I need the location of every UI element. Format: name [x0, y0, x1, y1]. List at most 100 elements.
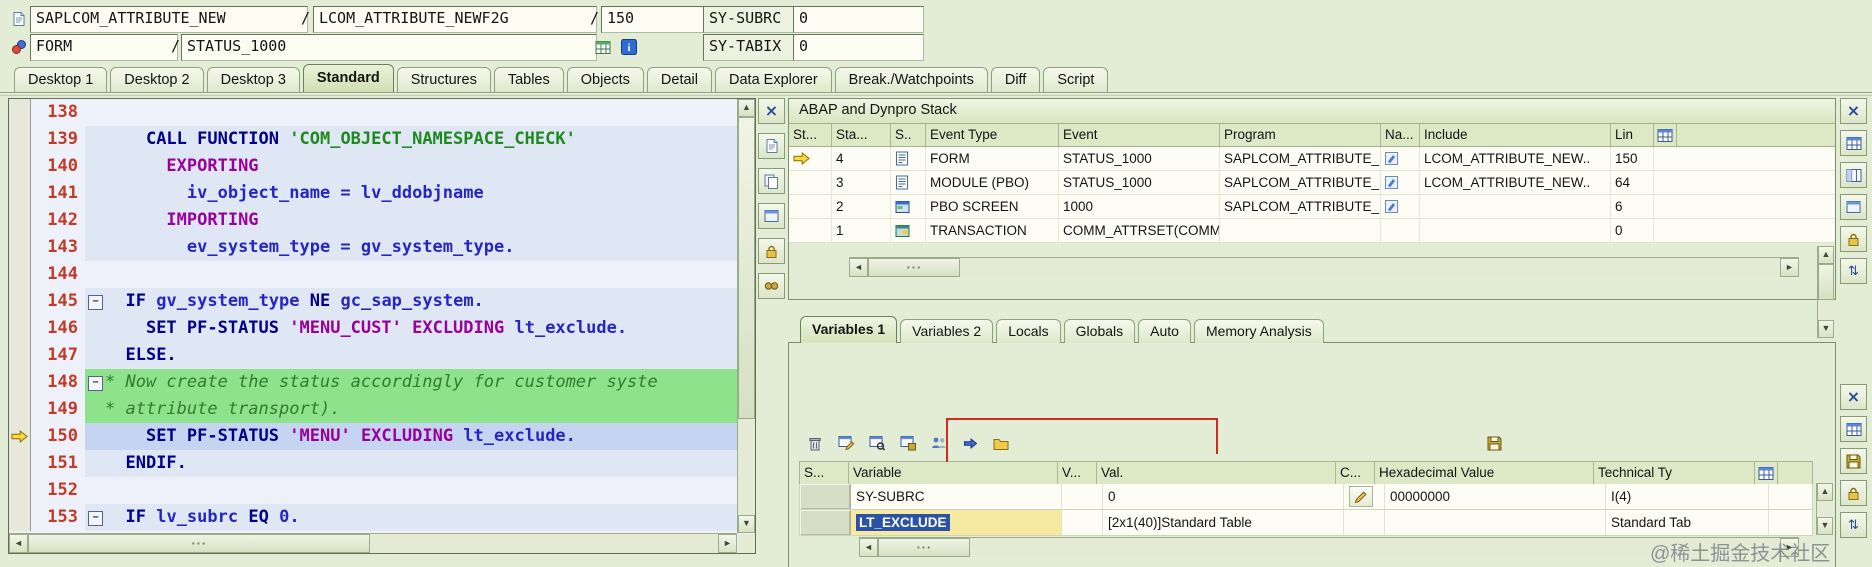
code-line[interactable]: 143 ev_system_type = gv_system_type. — [9, 234, 738, 261]
variable-row[interactable]: SY-SUBRC 0 00000000 I(4) — [799, 484, 1813, 510]
tab-auto[interactable]: Auto — [1138, 319, 1191, 343]
scroll-track[interactable] — [370, 534, 718, 553]
code-line[interactable]: 153− IF lv_subrc EQ 0. — [9, 504, 738, 531]
save-layout-icon[interactable] — [1482, 432, 1506, 454]
vars-col-hexadecimal-value[interactable]: Hexadecimal Value — [1375, 462, 1594, 484]
event-type-field[interactable]: FORM — [30, 34, 178, 61]
stack-col-lin[interactable]: Lin — [1611, 124, 1654, 146]
table-settings-icon[interactable] — [1654, 124, 1677, 146]
tab-desktop-1[interactable]: Desktop 1 — [14, 67, 108, 93]
code-line[interactable]: 142 IMPORTING — [9, 207, 738, 234]
save-layout-icon[interactable] — [1840, 448, 1867, 474]
table-settings-icon[interactable] — [1840, 416, 1867, 442]
scroll-track[interactable] — [738, 419, 755, 515]
code-line[interactable]: 152 — [9, 477, 738, 504]
stack-col-event-type[interactable]: Event Type — [926, 124, 1059, 146]
code-line[interactable]: 149 * attribute transport). — [9, 396, 738, 423]
stack-row[interactable]: 3 MODULE (PBO) STATUS_1000 SAPLCOM_ATTRIBUT… — [789, 171, 1835, 195]
tab-objects[interactable]: Objects — [566, 67, 644, 93]
detail-view-icon[interactable] — [1840, 194, 1867, 220]
tab-variables-1[interactable]: Variables 1 — [800, 316, 898, 343]
fold-toggle-icon[interactable]: − — [88, 295, 103, 310]
nav-icon[interactable] — [1385, 152, 1398, 165]
tab-standard[interactable]: Standard — [302, 64, 394, 93]
scroll-track[interactable] — [960, 258, 1780, 277]
copy-page-icon[interactable] — [758, 168, 785, 194]
stack-col-include[interactable]: Include — [1420, 124, 1611, 146]
line-field[interactable]: 150 — [601, 6, 710, 33]
edit-value-button[interactable] — [1349, 486, 1373, 507]
tab-memory-analysis[interactable]: Memory Analysis — [1193, 319, 1324, 343]
stack-row[interactable]: 4 FORM STATUS_1000 SAPLCOM_ATTRIBUTE_.. LCOM… — [789, 147, 1835, 171]
include-field[interactable]: LCOM_ATTRIBUTE_NEWF2G — [313, 6, 597, 33]
fold-toggle-icon[interactable]: − — [88, 376, 103, 391]
scroll-down-button[interactable]: ▼ — [738, 515, 755, 533]
code-horizontal-scrollbar[interactable]: ◄ ··· ► — [9, 533, 737, 553]
tab-structures[interactable]: Structures — [396, 67, 491, 93]
stack-row[interactable]: 2 PBO SCREEN 1000 SAPLCOM_ATTRIBUTE_.. 6 — [789, 195, 1835, 219]
scroll-track[interactable] — [1818, 300, 1834, 320]
nav-icon[interactable] — [1385, 176, 1398, 189]
stack-vertical-scrollbar[interactable]: ▲ ▼ — [1817, 246, 1834, 338]
lock-icon[interactable] — [1840, 226, 1867, 252]
tab-desktop-3[interactable]: Desktop 3 — [206, 67, 300, 93]
services-icon[interactable] — [989, 432, 1013, 454]
scroll-up-button[interactable]: ▲ — [1818, 246, 1834, 264]
display-variable-icon[interactable] — [865, 432, 889, 454]
lock-icon[interactable] — [758, 238, 785, 264]
scroll-right-button[interactable]: ► — [718, 534, 737, 553]
scroll-left-button[interactable]: ◄ — [849, 258, 868, 277]
stack-col-event[interactable]: Event — [1059, 124, 1220, 146]
tab-data-explorer[interactable]: Data Explorer — [715, 67, 832, 93]
vars-col-variable[interactable]: Variable — [849, 462, 1058, 484]
code-line[interactable]: 140 EXPORTING — [9, 153, 738, 180]
scroll-up-button[interactable]: ▲ — [738, 99, 755, 117]
scroll-right-button[interactable]: ► — [1780, 258, 1799, 277]
stack-col-na[interactable]: Na... — [1381, 124, 1420, 146]
code-line[interactable]: 139 CALL FUNCTION 'COM_OBJECT_NAMESPACE_… — [9, 126, 738, 153]
sy-subrc-value[interactable]: 0 — [793, 6, 924, 33]
tab-locals[interactable]: Locals — [996, 319, 1061, 343]
scroll-left-button[interactable]: ◄ — [859, 538, 878, 557]
layout-icon[interactable] — [592, 36, 614, 58]
vars-col-val[interactable]: Val. — [1097, 462, 1336, 484]
variables-vertical-scrollbar[interactable]: ▲ ▼ — [1816, 483, 1833, 535]
variable-name-cell[interactable]: LT_EXCLUDE — [851, 510, 1062, 535]
variable-name-cell[interactable]: SY-SUBRC — [851, 484, 1062, 509]
code-line[interactable]: 147 ELSE. — [9, 342, 738, 369]
info-icon[interactable]: i — [618, 36, 640, 58]
code-line[interactable]: 150 SET PF-STATUS 'MENU' EXCLUDING lt_ex… — [9, 423, 738, 450]
lock-icon[interactable] — [1840, 480, 1867, 506]
sort-icon[interactable]: ⇅ — [1840, 258, 1867, 284]
scroll-down-button[interactable]: ▼ — [1818, 320, 1834, 338]
detach-view-icon[interactable] — [758, 203, 785, 229]
sy-tabix-value[interactable]: 0 — [793, 34, 924, 61]
sort-icon[interactable]: ⇅ — [1840, 512, 1867, 538]
row-selector[interactable] — [800, 510, 851, 535]
vars-col-s[interactable]: S... — [800, 462, 849, 484]
tab-diff[interactable]: Diff — [990, 67, 1041, 93]
save-variable-icon[interactable] — [896, 432, 920, 454]
stack-col-s[interactable]: S.. — [891, 124, 926, 146]
table-settings-icon[interactable] — [1840, 130, 1867, 156]
code-line[interactable]: 141 iv_object_name = lv_ddobjname — [9, 180, 738, 207]
close-icon[interactable]: × — [1840, 384, 1867, 410]
tab-globals[interactable]: Globals — [1063, 319, 1136, 343]
delete-variables-icon[interactable] — [803, 432, 827, 454]
watchpoint-icon[interactable] — [758, 273, 785, 299]
nav-icon[interactable] — [1385, 200, 1398, 213]
vars-col-technical-ty[interactable]: Technical Ty — [1594, 462, 1755, 484]
fold-toggle-icon[interactable]: − — [88, 511, 103, 526]
close-icon[interactable]: × — [758, 98, 785, 124]
new-page-icon[interactable] — [758, 133, 785, 159]
stack-col-st[interactable]: St... — [789, 124, 832, 146]
code-line[interactable]: 138 — [9, 99, 738, 126]
code-line[interactable]: 144 — [9, 261, 738, 288]
code-vertical-scrollbar[interactable]: ▲ ▼ — [737, 99, 755, 533]
tab-break-watchpoints[interactable]: Break./Watchpoints — [834, 67, 988, 93]
stack-row[interactable]: 1 TRANSACTION COMM_ATTRSET(COMM.. 0 — [789, 219, 1835, 243]
vars-col-c[interactable]: C... — [1336, 462, 1375, 484]
stack-horizontal-scrollbar[interactable]: ◄ ··· ► — [849, 257, 1799, 277]
scroll-down-button[interactable]: ▼ — [1817, 517, 1833, 535]
tab-desktop-2[interactable]: Desktop 2 — [110, 67, 204, 93]
